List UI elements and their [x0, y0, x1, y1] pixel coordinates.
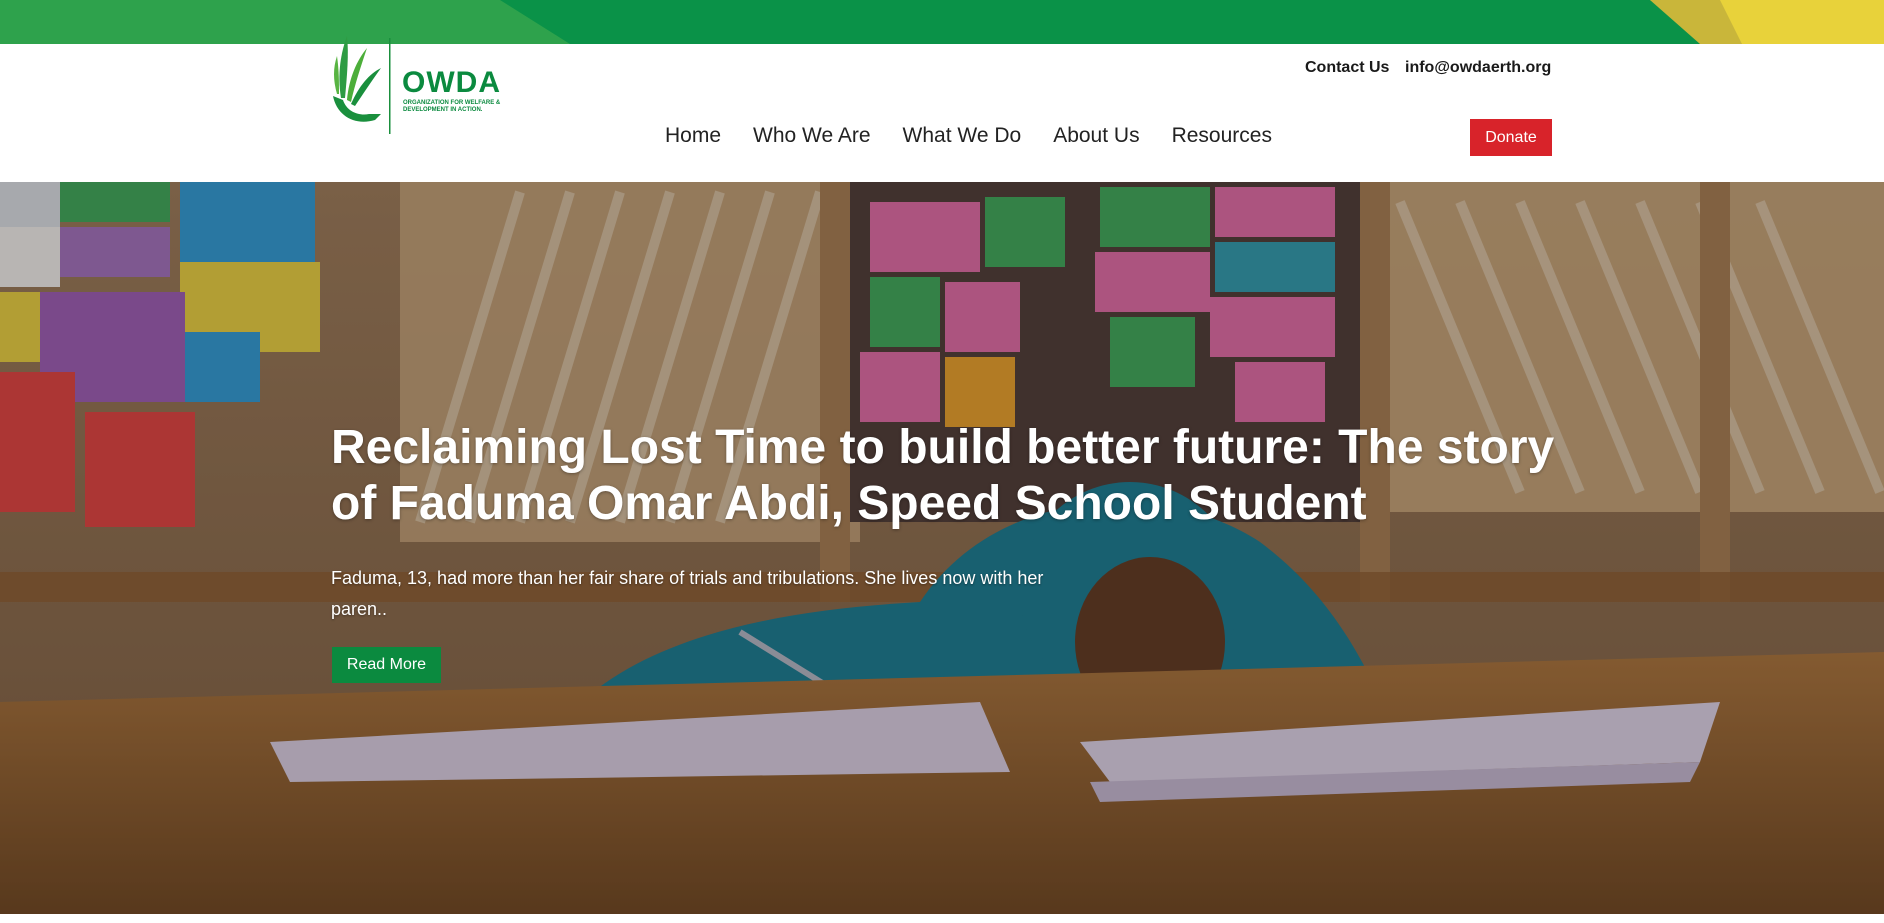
- hero-title: Reclaiming Lost Time to build better fut…: [331, 421, 1555, 530]
- main-nav: Home Who We Are What We Do About Us Reso…: [665, 124, 1304, 148]
- nav-item-what-we-do[interactable]: What We Do: [903, 124, 1022, 148]
- topbar-contact-link[interactable]: Contact Us: [1305, 59, 1389, 77]
- hero-excerpt: Faduma, 13, had more than her fair share…: [331, 568, 1044, 619]
- nav-item-about-us[interactable]: About Us: [1053, 124, 1139, 148]
- hero-banner: Reclaiming Lost Time to build better fut…: [0, 182, 1884, 914]
- nav-item-resources[interactable]: Resources: [1172, 124, 1272, 148]
- nav-item-who-we-are[interactable]: Who We Are: [753, 124, 871, 148]
- topbar-email-link[interactable]: info@owdaerth.org: [1405, 59, 1551, 77]
- donate-button[interactable]: Donate: [1470, 119, 1552, 156]
- logo-wordmark: OWDA: [402, 66, 501, 99]
- nav-item-home[interactable]: Home: [665, 124, 721, 148]
- read-more-button[interactable]: Read More: [332, 647, 441, 683]
- site-header: [0, 44, 1884, 182]
- top-decorative-stripe: [0, 0, 1884, 44]
- logo-tagline: ORGANIZATION FOR WELFARE & DEVELOPMENT I…: [403, 100, 501, 113]
- hero-overlay: [0, 182, 1884, 914]
